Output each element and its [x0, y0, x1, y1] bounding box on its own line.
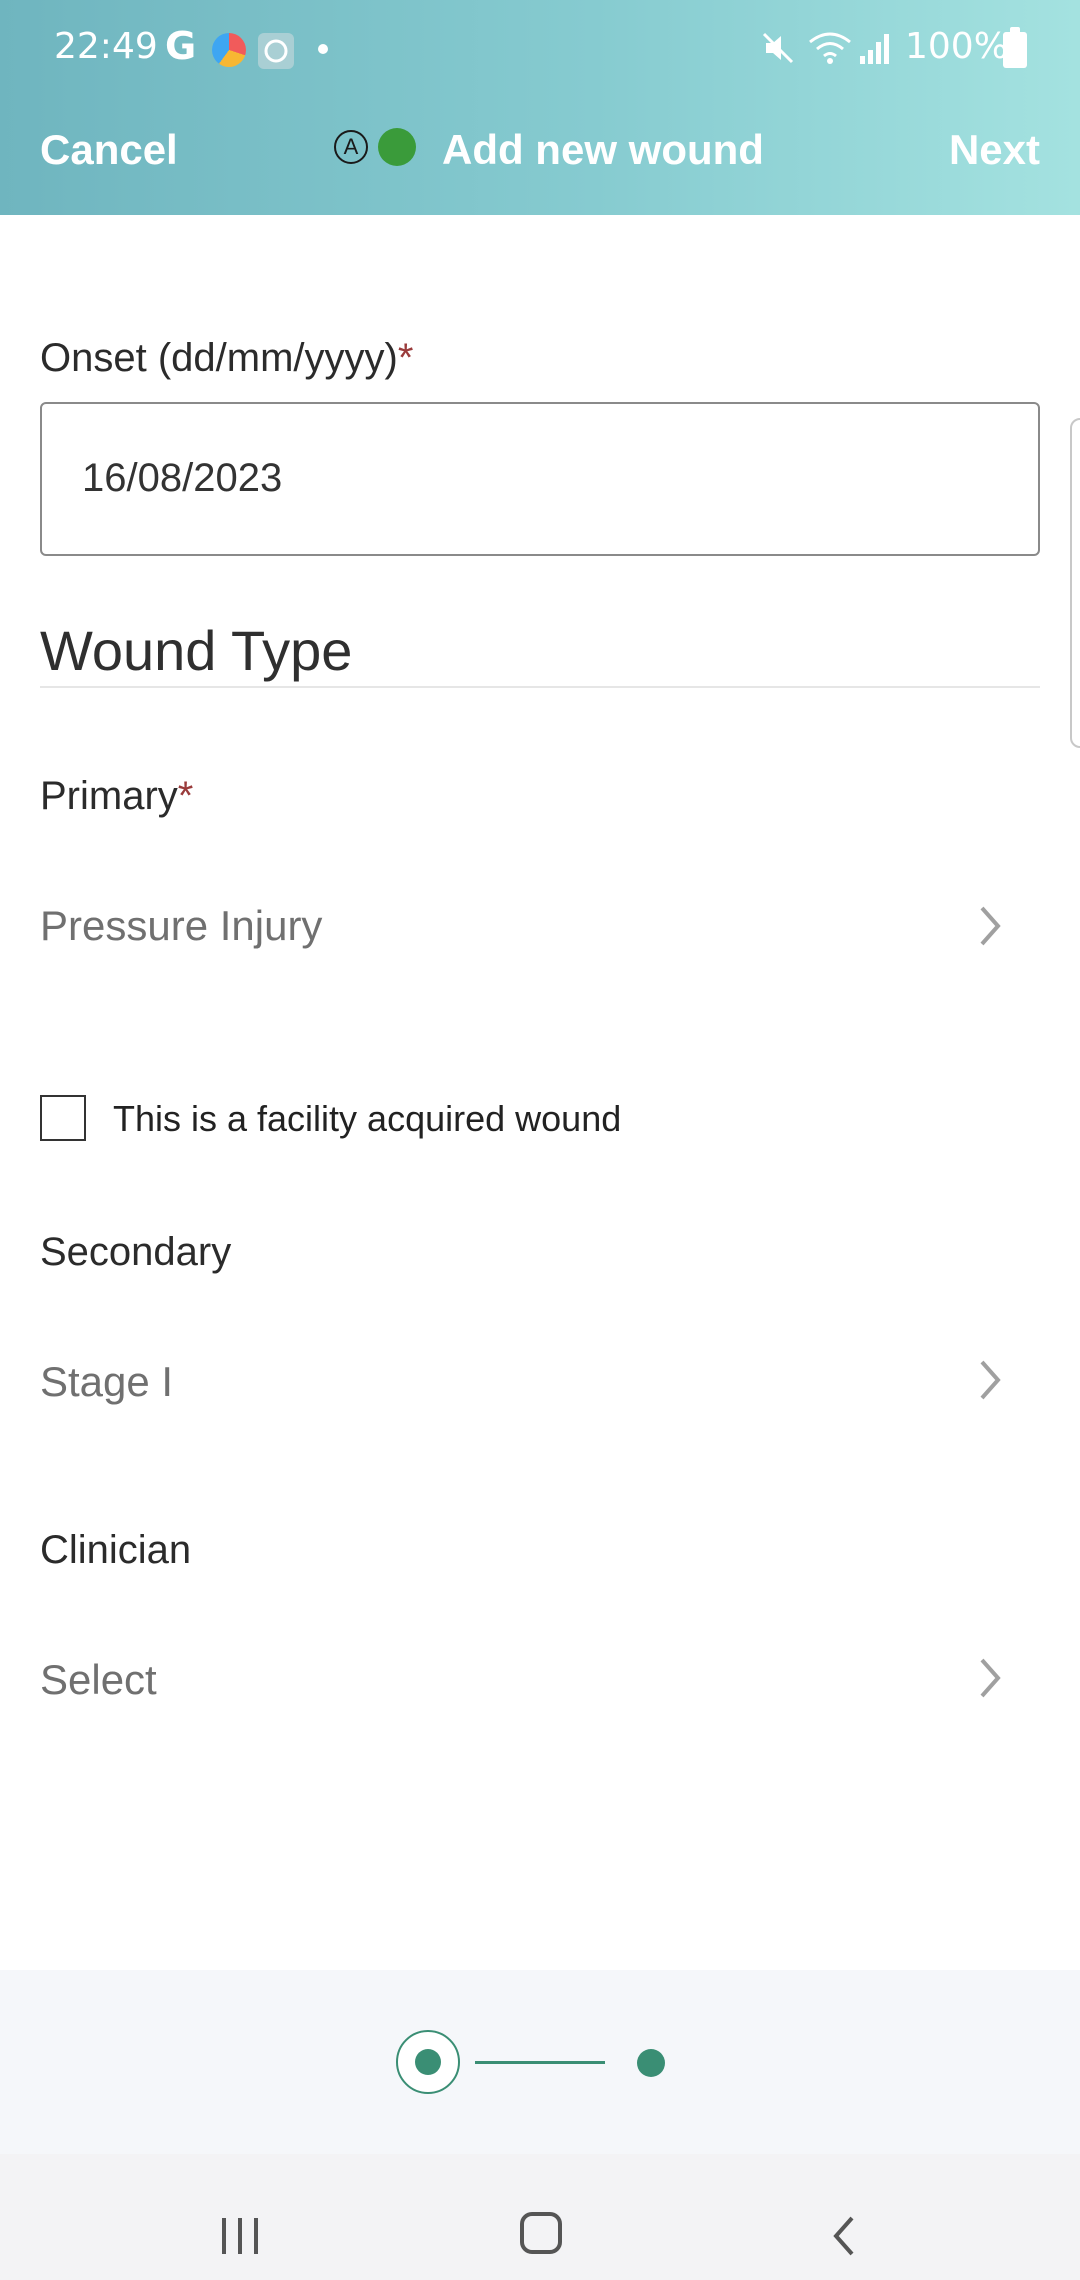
- status-time: 22:49: [54, 26, 158, 67]
- clinician-label: Clinician: [40, 1528, 192, 1572]
- primary-label-text: Primary: [40, 774, 178, 818]
- onset-label: Onset (dd/mm/yyyy)*: [40, 336, 413, 381]
- battery-icon: [1003, 27, 1027, 68]
- primary-label: Primary*: [40, 774, 193, 819]
- chevron-right-icon: [978, 1358, 1002, 1407]
- signal-icon: [858, 30, 892, 70]
- facility-acquired-checkbox[interactable]: [40, 1095, 86, 1141]
- status-dot-icon: [378, 128, 416, 166]
- secondary-value: Stage I: [40, 1358, 174, 1405]
- section-title-wound-type: Wound Type: [40, 619, 353, 682]
- chevron-right-icon: [978, 904, 1002, 953]
- required-marker: *: [177, 774, 194, 818]
- app-notification-icon: [258, 33, 294, 69]
- secondary-label: Secondary: [40, 1230, 232, 1274]
- required-marker: *: [397, 336, 414, 380]
- wifi-icon: [808, 30, 852, 70]
- section-divider: [40, 686, 1040, 688]
- onset-date-value: 16/08/2023: [82, 456, 283, 500]
- next-button[interactable]: Next: [949, 126, 1040, 174]
- notification-dot-icon: [318, 44, 328, 54]
- side-panel-edge[interactable]: [1070, 418, 1080, 748]
- app-header: 22:49 G 100% Cancel A Add new wound Next: [0, 0, 1080, 215]
- facility-acquired-label[interactable]: This is a facility acquired wound: [113, 1098, 621, 1140]
- recent-apps-icon[interactable]: [220, 2216, 262, 2261]
- status-bar: 22:49 G 100%: [0, 0, 1080, 100]
- primary-value: Pressure Injury: [40, 902, 323, 949]
- chevron-right-icon: [978, 1656, 1002, 1705]
- google-icon: G: [165, 24, 197, 68]
- mute-icon: [760, 30, 796, 70]
- step-2-indicator[interactable]: [637, 2049, 665, 2077]
- home-icon[interactable]: [520, 2212, 562, 2254]
- onset-label-text: Onset (dd/mm/yyyy): [40, 336, 398, 380]
- battery-percent: 100%: [905, 26, 1008, 67]
- step-connector: [475, 2061, 605, 2064]
- cancel-button[interactable]: Cancel: [40, 126, 178, 174]
- chrome-icon: [212, 33, 246, 67]
- system-nav-bar: [0, 2154, 1080, 2280]
- clinician-value: Select: [40, 1656, 157, 1703]
- step-1-dot: [415, 2049, 441, 2075]
- back-icon[interactable]: [830, 2214, 858, 2263]
- step-1-indicator[interactable]: [396, 2030, 460, 2094]
- page-title: Add new wound: [442, 126, 764, 173]
- accessibility-badge-icon: A: [334, 130, 368, 164]
- onset-date-input[interactable]: 16/08/2023: [40, 402, 1040, 556]
